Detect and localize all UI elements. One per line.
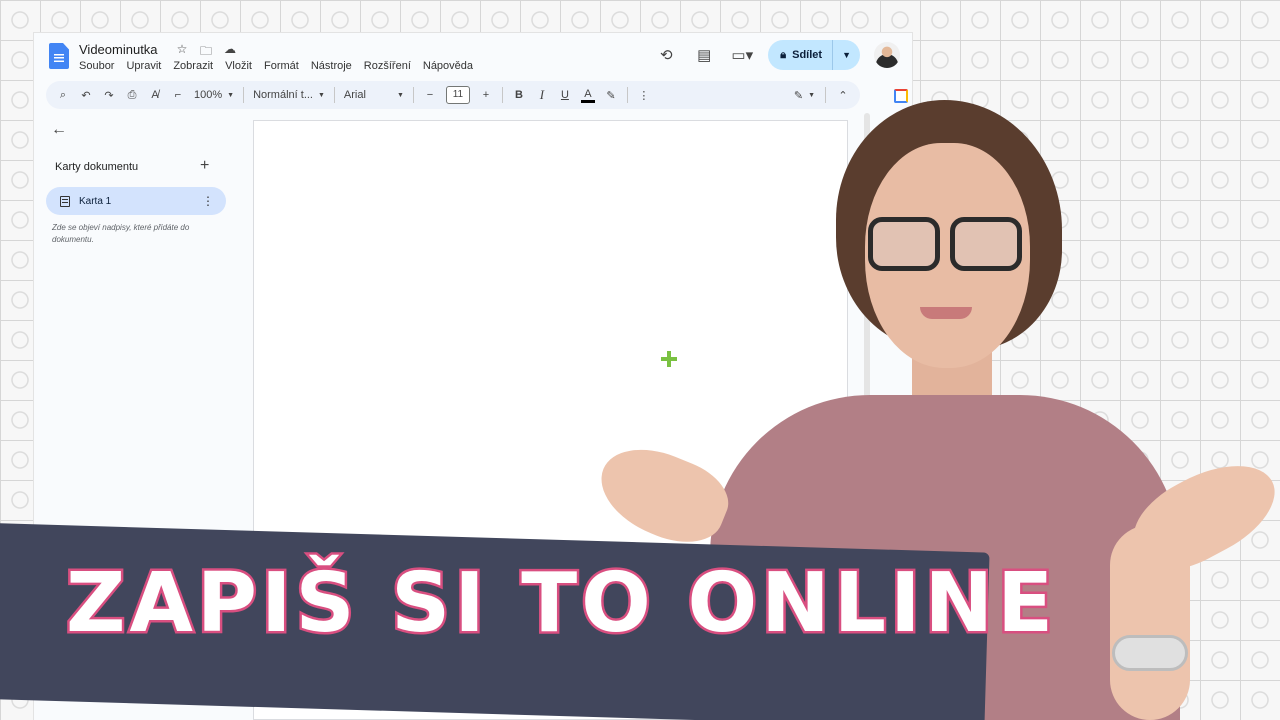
print-icon[interactable]: ⎙	[125, 85, 139, 105]
search-icon[interactable]: ⌕	[56, 85, 70, 105]
paint-format-icon[interactable]: ⌐	[171, 85, 185, 105]
chevron-down-icon: ▼	[227, 91, 235, 99]
glasses-left	[868, 217, 940, 271]
lock-icon: 🔒︎	[780, 48, 787, 61]
outline-hint: Zde se objeví nadpisy, které přidáte do …	[52, 223, 190, 244]
add-tab-icon[interactable]: +	[200, 157, 209, 175]
redo-icon[interactable]: ↷	[102, 85, 116, 105]
header-actions: ⟲ ▤ ▭▾ 🔒︎ Sdílet ▼	[654, 40, 900, 70]
italic-button[interactable]: I	[535, 85, 549, 105]
menu-napoveda[interactable]: Nápověda	[423, 60, 473, 72]
zoom-select[interactable]: 100% ▼	[194, 89, 234, 101]
share-button[interactable]: 🔒︎ Sdílet ▼	[768, 40, 860, 70]
wristwatch	[1112, 635, 1188, 671]
document-tab-icon	[60, 195, 70, 207]
comments-icon[interactable]: ▤	[692, 46, 716, 64]
avatar[interactable]	[874, 42, 900, 68]
menu-soubor[interactable]: Soubor	[79, 60, 114, 72]
tab-label: Karta 1	[79, 195, 112, 207]
meet-icon[interactable]: ▭▾	[730, 46, 754, 64]
glasses-right	[950, 217, 1022, 271]
chevron-down-icon: ▼	[396, 91, 404, 99]
undo-icon[interactable]: ↶	[79, 85, 93, 105]
font-value: Arial	[343, 89, 366, 101]
divider	[412, 87, 414, 103]
underline-button[interactable]: U	[558, 85, 572, 105]
increase-font-size-button[interactable]: +	[479, 85, 493, 105]
share-dropdown[interactable]: ▼	[833, 50, 860, 60]
history-icon[interactable]: ⟲	[654, 46, 678, 64]
font-select[interactable]: Arial ▼	[344, 89, 404, 101]
menu-upravit[interactable]: Upravit	[126, 60, 161, 72]
zoom-value: 100%	[194, 89, 223, 101]
title-bar: Videominutka ☆ 🗀 ☁ Soubor Upravit Zobraz…	[34, 33, 912, 79]
menu-format[interactable]: Formát	[264, 60, 299, 72]
style-value: Normální t...	[253, 89, 313, 101]
menu-nastroje[interactable]: Nástroje	[311, 60, 352, 72]
chevron-down-icon: ▼	[317, 91, 325, 99]
more-options-icon[interactable]: ⋮	[202, 194, 214, 208]
font-size-input[interactable]: 11	[445, 86, 470, 104]
menu-bar: Soubor Upravit Zobrazit Vložit Formát Ná…	[79, 60, 473, 72]
back-arrow-icon[interactable]: ←	[51, 121, 67, 139]
share-main[interactable]: 🔒︎ Sdílet	[768, 40, 834, 70]
docs-logo-icon[interactable]	[49, 43, 69, 69]
spellcheck-icon[interactable]: A̸	[148, 85, 162, 105]
share-label: Sdílet	[792, 49, 823, 61]
presenter-mouth	[920, 307, 972, 319]
style-select[interactable]: Normální t... ▼	[253, 89, 325, 101]
tab-karta-1[interactable]: Karta 1 ⋮	[46, 187, 226, 215]
menu-vlozit[interactable]: Vložit	[225, 60, 252, 72]
decrease-font-size-button[interactable]: −	[423, 85, 437, 105]
divider	[501, 87, 503, 103]
document-title[interactable]: Videominutka	[79, 42, 158, 57]
menu-zobrazit[interactable]: Zobrazit	[173, 60, 213, 72]
document-tabs-heading: Karty dokumentu	[55, 161, 139, 173]
banner-title: ZAPIŠ SI TO ONLINE	[63, 554, 1058, 654]
divider	[243, 87, 245, 103]
bold-button[interactable]: B	[512, 85, 526, 105]
menu-rozsireni[interactable]: Rozšíření	[364, 60, 411, 72]
divider	[333, 87, 335, 103]
